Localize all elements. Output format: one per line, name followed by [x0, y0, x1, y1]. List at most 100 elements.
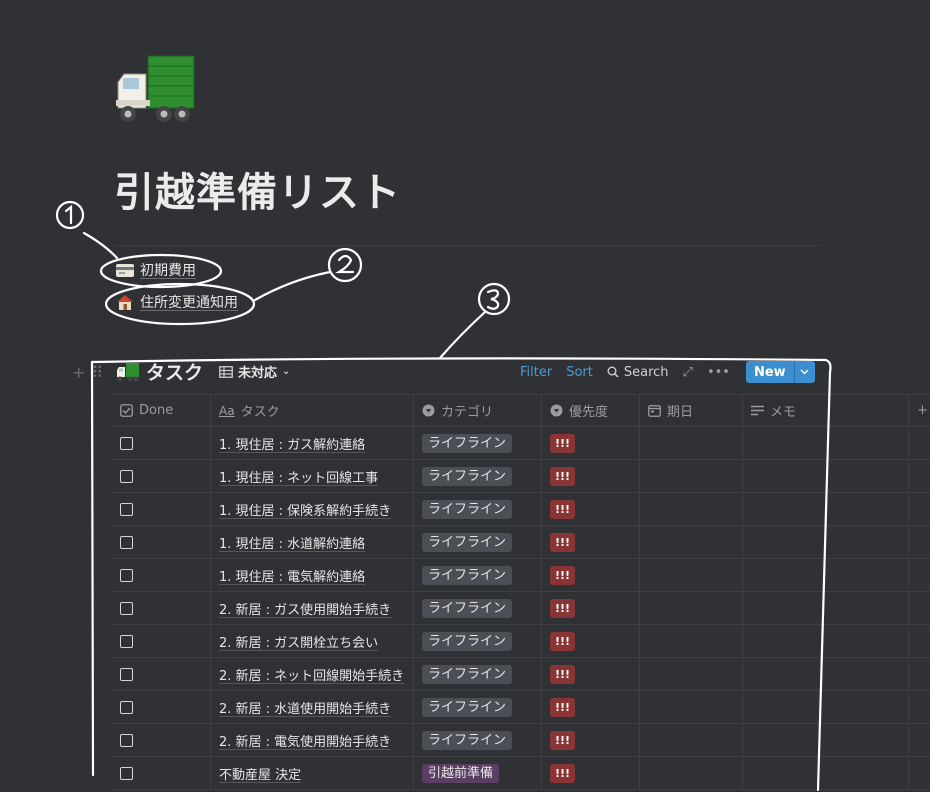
category-cell[interactable]: ライフライン: [414, 427, 542, 459]
done-checkbox[interactable]: [120, 436, 133, 450]
new-button[interactable]: New: [745, 361, 794, 383]
memo-cell[interactable]: [743, 526, 909, 558]
category-cell[interactable]: ライフライン: [414, 658, 542, 690]
priority-cell[interactable]: !!!: [542, 658, 640, 690]
priority-cell[interactable]: !!!: [542, 724, 640, 756]
linked-page-address-change[interactable]: 住所変更通知用: [116, 290, 238, 314]
column-header-date[interactable]: 期日: [640, 395, 743, 426]
priority-cell[interactable]: !!!: [542, 460, 640, 492]
table-row[interactable]: 1. 現住居 : 水道解約連絡 ライフライン!!!: [112, 526, 930, 559]
date-cell[interactable]: [640, 592, 743, 624]
table-row[interactable]: 1. 現住居 : 保険系解約手続き ライフライン!!!: [112, 493, 930, 526]
priority-cell[interactable]: !!!: [542, 427, 640, 459]
add-block-icon[interactable]: +: [72, 363, 85, 382]
priority-cell[interactable]: !!!: [542, 559, 640, 591]
category-cell[interactable]: ライフライン: [414, 691, 542, 723]
memo-cell[interactable]: [743, 427, 909, 459]
task-cell[interactable]: 1. 現住居 : 水道解約連絡: [211, 526, 414, 558]
date-cell[interactable]: [640, 625, 743, 657]
memo-cell[interactable]: [743, 757, 909, 789]
date-cell[interactable]: [640, 757, 743, 789]
memo-cell[interactable]: [743, 658, 909, 690]
task-cell[interactable]: 不動産屋 決定: [211, 757, 414, 789]
memo-cell[interactable]: [743, 559, 909, 591]
task-name[interactable]: 1. 現住居 : 水道解約連絡: [219, 533, 365, 552]
task-name[interactable]: 1. 現住居 : 電気解約連絡: [219, 566, 365, 585]
category-cell[interactable]: ライフライン: [414, 526, 542, 558]
task-cell[interactable]: 2. 新居 : ガス使用開始手続き: [211, 592, 414, 624]
date-cell[interactable]: [640, 493, 743, 525]
memo-cell[interactable]: [743, 493, 909, 525]
task-cell[interactable]: 1. 現住居 : 電気解約連絡: [211, 559, 414, 591]
done-checkbox[interactable]: [120, 667, 133, 681]
priority-cell[interactable]: !!!: [542, 757, 640, 789]
task-cell[interactable]: 2. 新居 : ネット回線開始手続き: [211, 658, 414, 690]
task-name[interactable]: 2. 新居 : 電気使用開始手続き: [219, 731, 391, 750]
task-cell[interactable]: 2. 新居 : ガス開栓立ち会い: [211, 625, 414, 657]
done-checkbox[interactable]: [120, 568, 133, 582]
memo-cell[interactable]: [743, 460, 909, 492]
task-cell[interactable]: 2. 新居 : 電気使用開始手続き: [211, 724, 414, 756]
done-checkbox[interactable]: [120, 634, 133, 648]
table-row[interactable]: 1. 現住居 : 電気解約連絡 ライフライン!!!: [112, 559, 930, 592]
done-checkbox[interactable]: [120, 733, 133, 747]
date-cell[interactable]: [640, 559, 743, 591]
date-cell[interactable]: [640, 724, 743, 756]
priority-cell[interactable]: !!!: [542, 625, 640, 657]
date-cell[interactable]: [640, 691, 743, 723]
date-cell[interactable]: [640, 427, 743, 459]
linked-page-initial-costs[interactable]: 初期費用: [116, 258, 196, 282]
task-name[interactable]: 2. 新居 : ネット回線開始手続き: [219, 665, 404, 684]
table-row[interactable]: 2. 新居 : ネット回線開始手続き ライフライン!!!: [112, 658, 930, 691]
filter-button[interactable]: Filter: [520, 365, 552, 380]
date-cell[interactable]: [640, 526, 743, 558]
column-header-category[interactable]: カテゴリ: [414, 395, 542, 426]
more-options-icon[interactable]: •••: [707, 365, 730, 380]
task-cell[interactable]: 1. 現住居 : 保険系解約手続き: [211, 493, 414, 525]
table-row[interactable]: 2. 新居 : ガス使用開始手続き ライフライン!!!: [112, 592, 930, 625]
database-title[interactable]: タスク: [146, 358, 203, 385]
column-header-done[interactable]: Done: [112, 395, 211, 426]
done-checkbox[interactable]: [120, 700, 133, 714]
table-row[interactable]: 1. 現住居 : ネット回線工事 ライフライン!!!: [112, 460, 930, 493]
search-button[interactable]: Search: [607, 365, 669, 380]
memo-cell[interactable]: [743, 625, 909, 657]
category-cell[interactable]: ライフライン: [414, 493, 542, 525]
column-header-task[interactable]: Aa タスク: [211, 395, 414, 426]
task-name[interactable]: 1. 現住居 : 保険系解約手続き: [219, 500, 391, 519]
category-cell[interactable]: ライフライン: [414, 625, 542, 657]
priority-cell[interactable]: !!!: [542, 526, 640, 558]
category-cell[interactable]: ライフライン: [414, 559, 542, 591]
drag-handle-icon[interactable]: ⠿: [91, 363, 103, 382]
task-name[interactable]: 1. 現住居 : ネット回線工事: [219, 467, 378, 486]
task-name[interactable]: 2. 新居 : ガス開栓立ち会い: [219, 632, 378, 651]
column-header-memo[interactable]: メモ: [743, 395, 909, 426]
done-checkbox[interactable]: [120, 601, 133, 615]
done-checkbox[interactable]: [120, 766, 133, 780]
memo-cell[interactable]: [743, 691, 909, 723]
task-cell[interactable]: 2. 新居 : 水道使用開始手続き: [211, 691, 414, 723]
task-cell[interactable]: 1. 現住居 : ネット回線工事: [211, 460, 414, 492]
category-cell[interactable]: 引越前準備: [414, 757, 542, 789]
date-cell[interactable]: [640, 658, 743, 690]
table-row[interactable]: 不動産屋 決定 引越前準備!!!: [112, 757, 930, 790]
view-selector[interactable]: 未対応 ⌄: [219, 362, 290, 381]
new-dropdown-button[interactable]: [793, 361, 815, 383]
done-checkbox[interactable]: [120, 502, 133, 516]
task-name[interactable]: 1. 現住居 : ガス解約連絡: [219, 434, 365, 453]
done-checkbox[interactable]: [120, 469, 133, 483]
date-cell[interactable]: [640, 460, 743, 492]
table-row[interactable]: 2. 新居 : ガス開栓立ち会い ライフライン!!!: [112, 625, 930, 658]
category-cell[interactable]: ライフライン: [414, 592, 542, 624]
done-checkbox[interactable]: [120, 535, 133, 549]
priority-cell[interactable]: !!!: [542, 493, 640, 525]
task-name[interactable]: 2. 新居 : 水道使用開始手続き: [219, 698, 391, 717]
add-column-button[interactable]: +: [909, 395, 930, 426]
task-name[interactable]: 2. 新居 : ガス使用開始手続き: [219, 599, 391, 618]
table-row[interactable]: 2. 新居 : 電気使用開始手続き ライフライン!!!: [112, 724, 930, 757]
task-cell[interactable]: 1. 現住居 : ガス解約連絡: [211, 427, 414, 459]
column-header-priority[interactable]: 優先度: [542, 395, 640, 426]
priority-cell[interactable]: !!!: [542, 592, 640, 624]
category-cell[interactable]: ライフライン: [414, 460, 542, 492]
table-row[interactable]: 1. 現住居 : ガス解約連絡 ライフライン!!!: [112, 427, 930, 460]
